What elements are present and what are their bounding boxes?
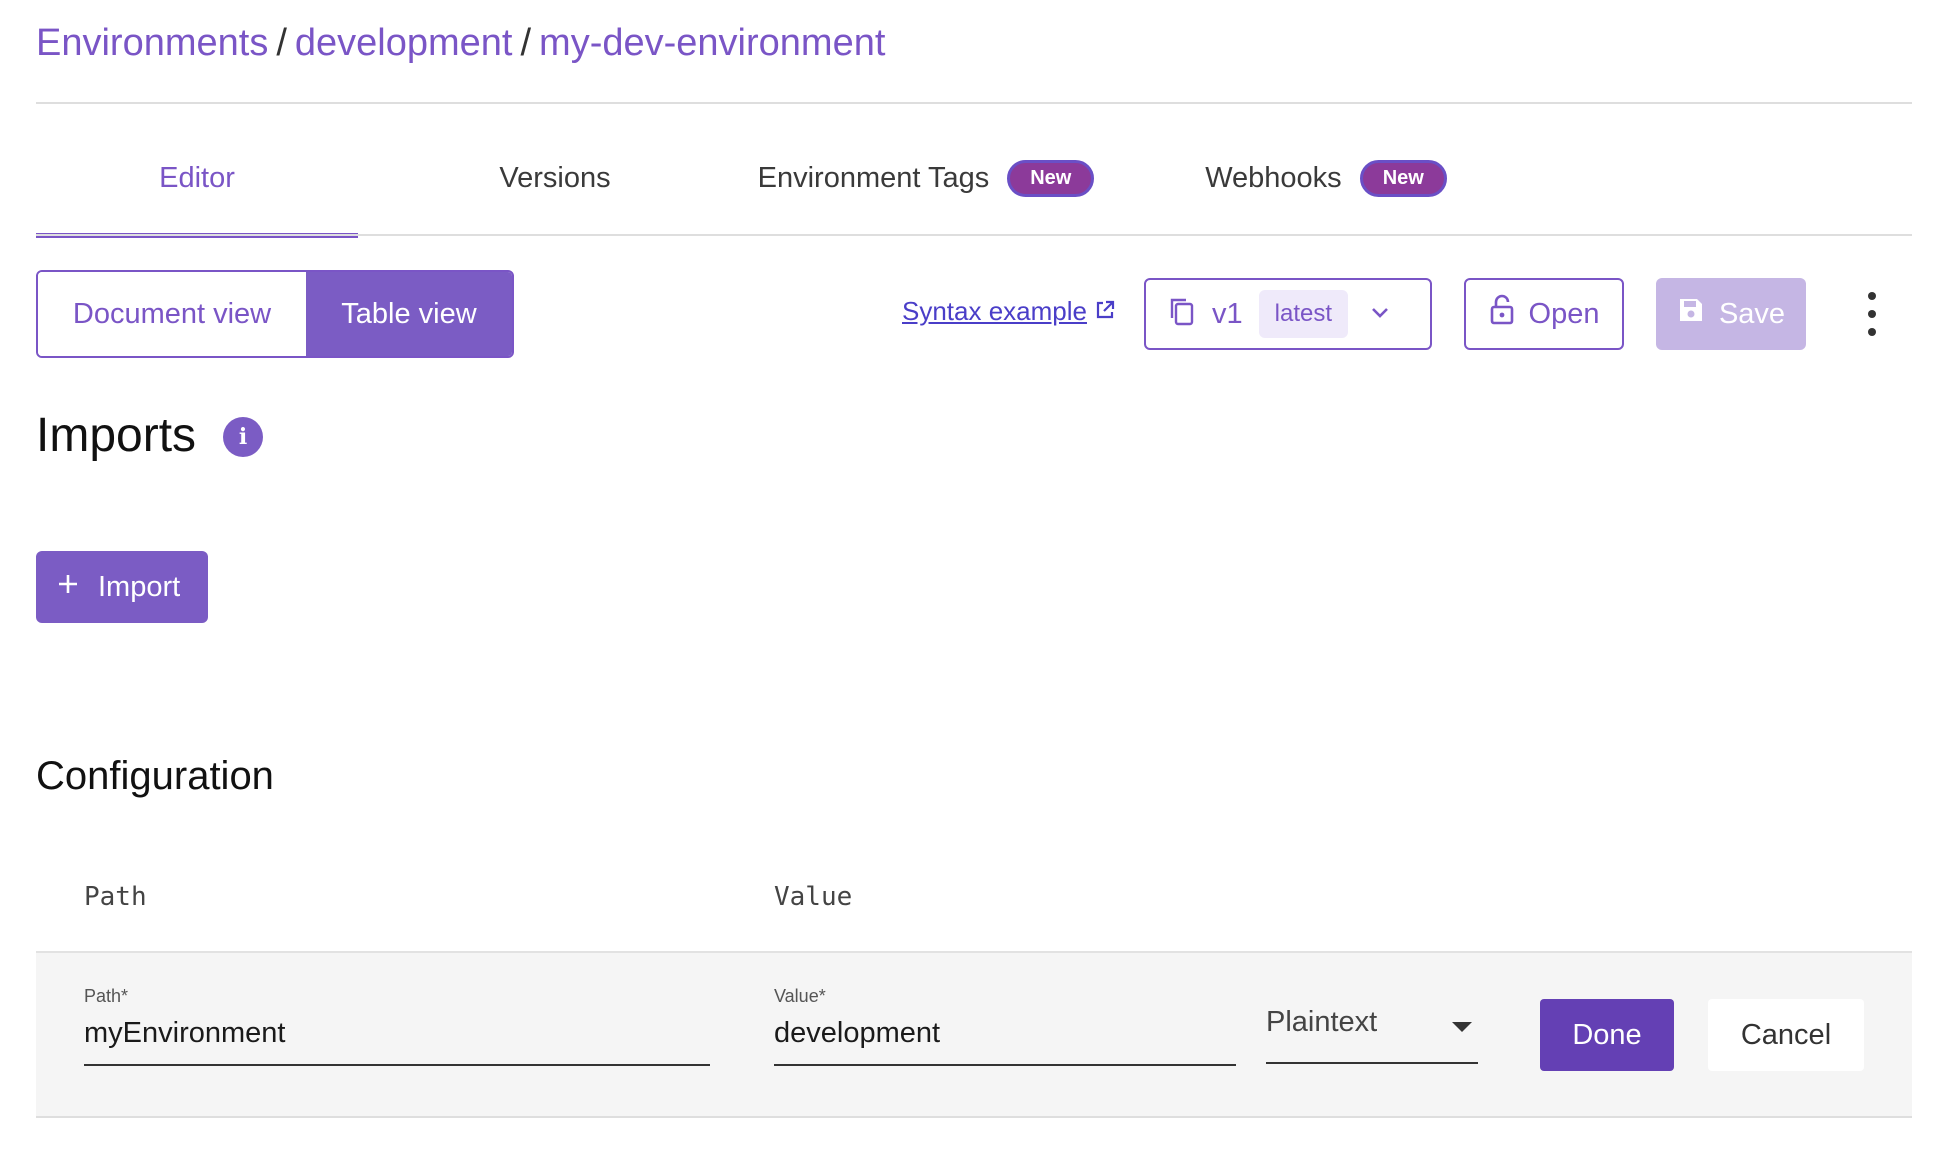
tab-webhooks-label: Webhooks [1205,161,1342,194]
plus-icon [56,571,80,604]
breadcrumb-environments[interactable]: Environments [36,22,268,64]
more-vertical-icon[interactable] [1860,292,1884,336]
tab-editor[interactable]: Editor [36,120,358,238]
path-field-label: Path* [84,986,129,1006]
path-input[interactable]: myEnvironment [84,1017,710,1050]
open-button[interactable]: Open [1464,278,1624,350]
configuration-heading: Configuration [36,754,274,798]
save-button[interactable]: Save [1656,278,1806,350]
value-input[interactable]: development [774,1017,1236,1050]
breadcrumb-current: my-dev-environment [539,22,886,64]
imports-heading: Imports [36,409,197,462]
add-import-button[interactable]: Import [36,551,208,623]
external-link-icon [1095,296,1115,327]
path-field[interactable]: Path* myEnvironment [84,986,710,1068]
value-type-label: Plaintext [1266,1006,1378,1038]
tab-environment-tags[interactable]: Environment Tags New [726,120,1126,236]
header-divider [36,102,1912,104]
lock-open-icon [1489,294,1515,334]
save-label: Save [1718,297,1786,330]
tab-webhooks[interactable]: Webhooks New [1166,120,1486,236]
syntax-example-label: Syntax example [902,296,1087,326]
path-underline [84,1064,710,1066]
tab-editor-label: Editor [159,161,235,194]
import-label: Import [98,570,181,603]
value-field[interactable]: Value* development [774,986,1236,1068]
breadcrumb: Environments / development / my-dev-environm… [36,22,885,65]
version-label: v1 [1212,297,1243,330]
breadcrumb-development[interactable]: development [295,22,513,64]
document-view-button[interactable]: Document view [38,272,306,356]
version-select[interactable]: v1 latest [1144,278,1432,350]
value-type-select[interactable]: Plaintext [1266,1006,1478,1066]
latest-tag: latest [1258,290,1349,338]
done-button[interactable]: Done [1540,999,1674,1071]
breadcrumb-separator: / [276,22,287,64]
value-field-label: Value* [774,986,826,1006]
tab-environment-tags-label: Environment Tags [757,161,990,194]
tab-bar: Editor Versions Environment Tags New Web… [36,120,1912,238]
open-label: Open [1528,297,1600,330]
info-icon[interactable]: i [223,417,263,457]
value-underline [774,1064,1236,1066]
view-toggle: Document view Table view [36,270,514,358]
column-header-value: Value [774,882,853,912]
cancel-button[interactable]: Cancel [1708,999,1864,1071]
column-header-path: Path [84,882,147,912]
new-badge: New [1359,159,1447,197]
table-view-button[interactable]: Table view [306,272,512,356]
tab-versions[interactable]: Versions [400,120,710,236]
breadcrumb-separator: / [520,22,532,64]
new-badge: New [1007,159,1095,197]
chevron-down-icon [1370,305,1390,324]
table-bottom-divider [36,1116,1912,1118]
save-icon [1677,296,1705,332]
copy-icon [1168,296,1196,333]
caret-down-icon [1452,1022,1472,1032]
tab-versions-label: Versions [499,161,611,194]
tabs-divider [36,234,1912,236]
value-type-underline [1266,1062,1478,1064]
syntax-example-link[interactable]: Syntax example [902,296,1115,327]
